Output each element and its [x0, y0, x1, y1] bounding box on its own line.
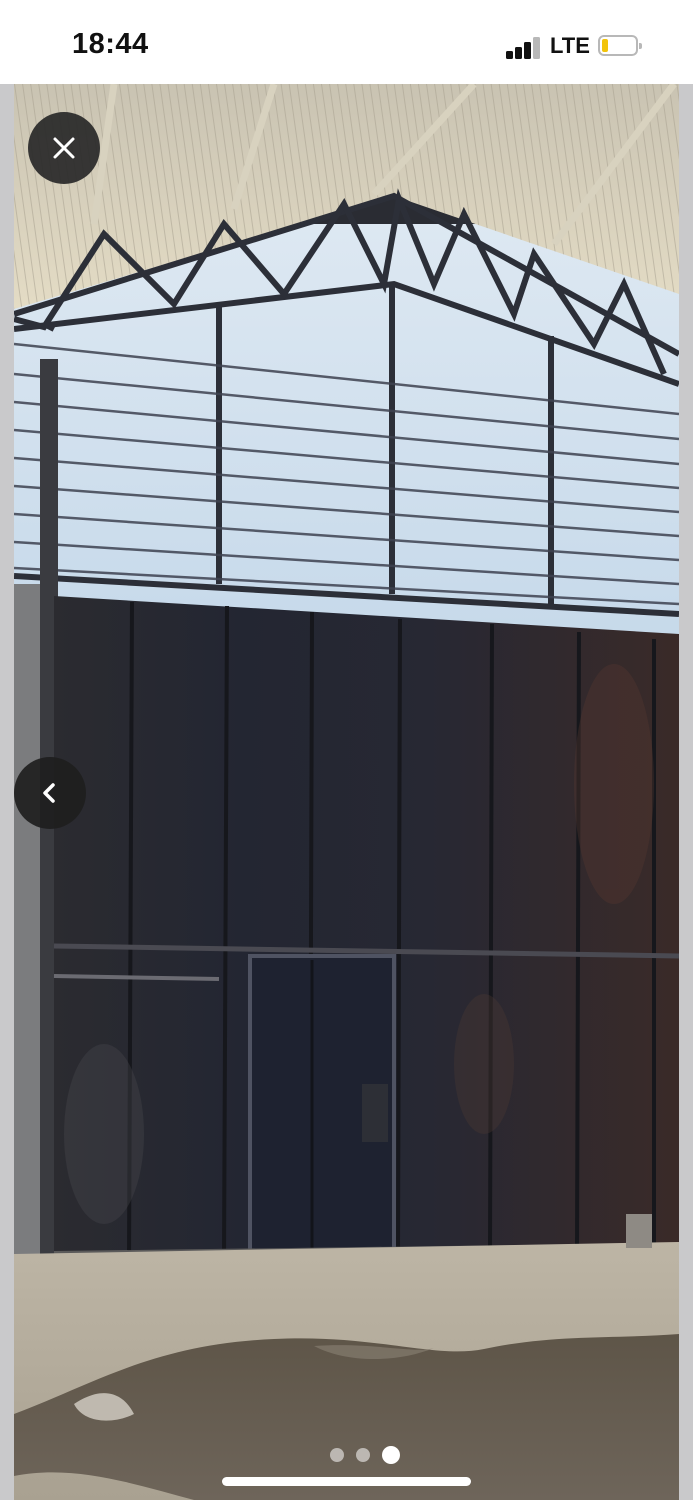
network-type: LTE	[550, 33, 590, 58]
status-time: 18:44	[72, 28, 149, 60]
page-dot-1[interactable]	[329, 1448, 344, 1462]
warehouse-photo[interactable]	[14, 84, 679, 1500]
previous-photo-button[interactable]	[14, 757, 86, 829]
chevron-left-icon	[43, 783, 55, 803]
pagination-dots	[0, 1445, 693, 1465]
warehouse-photo-drawing	[14, 84, 679, 1500]
page-dot-2[interactable]	[355, 1448, 370, 1462]
home-indicator[interactable]	[222, 1477, 471, 1486]
photo-viewer[interactable]	[0, 84, 693, 1500]
close-icon	[53, 137, 75, 159]
signal-strength-icon	[506, 37, 542, 59]
close-button[interactable]	[28, 112, 100, 184]
battery-icon	[598, 35, 642, 56]
status-bar: 18:44 LTE	[0, 0, 693, 84]
page-dot-3-active[interactable]	[381, 1446, 400, 1464]
battery-level	[602, 39, 608, 52]
